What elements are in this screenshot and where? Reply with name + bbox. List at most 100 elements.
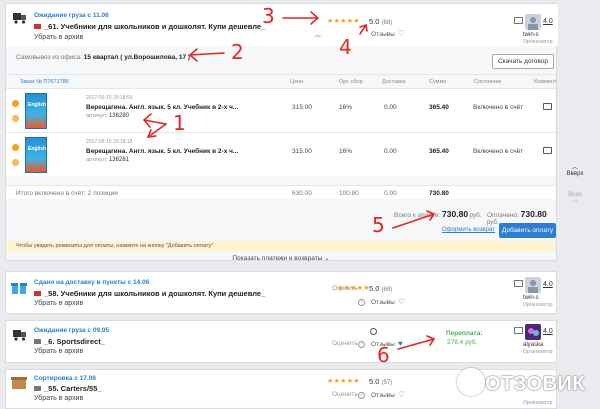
order-status[interactable]: Сортировка с 17.06 xyxy=(34,375,96,382)
delete-icon[interactable] xyxy=(12,115,19,122)
purchase-title-text[interactable]: _55. Carters/55_ xyxy=(44,384,102,393)
scroll-down-button[interactable]: Вниз ﹀ xyxy=(565,192,585,207)
rating-number: 5.0 xyxy=(369,284,380,293)
rating-stars: ★★★★★ xyxy=(327,378,360,385)
refund-link[interactable]: Оформить возврат xyxy=(442,227,495,233)
truck-icon xyxy=(13,13,26,24)
order-card-3: Ожидание груза с 09.05 _6. Sportsdirect_… xyxy=(5,320,557,363)
paid-unit: руб. xyxy=(487,220,499,226)
question-icon[interactable]: ? xyxy=(358,392,365,399)
article-label: артикул: xyxy=(86,113,108,119)
row-state: Включено в счёт xyxy=(473,148,524,155)
archive-link[interactable]: Убрать в архив xyxy=(34,300,83,307)
reviews-link[interactable]: Отзывы xyxy=(371,31,395,38)
question-icon[interactable]: ? xyxy=(358,341,365,348)
order-number-link[interactable]: Заказ № П7671786 xyxy=(20,79,69,85)
reviews-link[interactable]: Отзывы xyxy=(371,392,395,399)
rating-count: (68) xyxy=(381,287,393,293)
download-contract-button[interactable]: Скачать договор xyxy=(492,54,554,69)
purchase-title-text[interactable]: _61. Учебники для школьников и дошколят.… xyxy=(44,22,265,31)
paid-value: 730.80 xyxy=(520,209,547,219)
archive-link[interactable]: Убрать в архив xyxy=(34,34,83,41)
rating-value: 5.0 (68) xyxy=(369,17,392,26)
mail-icon[interactable] xyxy=(514,17,523,24)
organizer-score[interactable]: 4.0 xyxy=(543,281,553,288)
mail-icon[interactable] xyxy=(514,327,523,334)
mail-icon[interactable] xyxy=(514,280,523,287)
order-card-header: Ожидание груза с 11.06 _61. Учебники для… xyxy=(6,4,558,46)
purchase-title[interactable]: _55. Carters/55_ xyxy=(34,384,102,393)
delete-icon[interactable] xyxy=(12,159,19,166)
rating-value: 5.0 (57) xyxy=(369,377,392,386)
order-status[interactable]: Ожидание груза с 09.05 xyxy=(34,327,109,334)
order-card-1: Ожидание груза с 11.06 _61. Учебники для… xyxy=(5,3,558,262)
purchase-title[interactable]: _6. Sportsdirect_ xyxy=(34,337,105,346)
show-payments-toggle[interactable]: Показать платежи и возвраты ⌄ xyxy=(6,254,556,262)
purchase-title[interactable]: _58. Учебники для школьников и дошколят.… xyxy=(34,289,265,298)
product-thumbnail[interactable]: English xyxy=(25,93,47,129)
row-product-name[interactable]: Верещагина. Англ. язык. 5 кл. Учебник в … xyxy=(86,148,238,155)
pickup-address: 15 квартал ( ул.Ворошилова, 17 ) xyxy=(83,54,191,61)
purchase-title-text[interactable]: _58. Учебники для школьников и дошколят.… xyxy=(44,289,265,298)
comment-icon[interactable] xyxy=(543,147,552,154)
add-payment-button[interactable]: Добавить оплату xyxy=(499,223,556,238)
payment-warning: Чтобы увидеть реквизиты для оплаты, нажм… xyxy=(6,241,556,252)
article-label: артикул: xyxy=(86,157,108,163)
rate-label[interactable]: Оценить xyxy=(332,391,358,398)
comment-icon[interactable] xyxy=(543,103,552,110)
totals-row: Итого включено в счёт: 2 позиции 630.00 … xyxy=(6,185,556,199)
organizer-name[interactable]: alyaska xyxy=(523,342,543,348)
organizer-score[interactable]: 4.0 xyxy=(543,18,553,25)
order-status[interactable]: Ожидание груза с 11.06 xyxy=(34,12,109,19)
rating-number: 5.0 xyxy=(369,377,380,386)
scroll-up-label[interactable]: Вверх xyxy=(565,171,585,177)
heart-icon[interactable]: ♡ xyxy=(398,297,405,306)
organizer-avatar[interactable] xyxy=(525,277,541,293)
organizer-name[interactable]: twin-s xyxy=(523,32,539,38)
article-value: 136280 xyxy=(108,113,129,119)
status-dot-icon xyxy=(12,100,19,107)
totals-delivery: 0.00 xyxy=(384,190,397,197)
chevron-down-icon[interactable]: ﹀ xyxy=(565,198,585,207)
total-to-pay-unit: руб. xyxy=(469,213,482,219)
status-dot-icon xyxy=(12,144,19,151)
purchase-title-text[interactable]: _6. Sportsdirect_ xyxy=(44,337,105,346)
col-delivery: Доставка xyxy=(382,79,406,85)
totals-fee: 100.80 xyxy=(339,190,359,197)
rating-stars: ★★★★★ xyxy=(337,285,370,292)
organizer-avatar[interactable] xyxy=(525,14,541,30)
chevron-up-icon[interactable]: ︿ xyxy=(565,162,585,171)
organizer-avatar[interactable] xyxy=(525,324,541,340)
archive-link[interactable]: Убрать в архив xyxy=(34,395,83,402)
archive-link[interactable]: Убрать в архив xyxy=(34,348,83,355)
purchase-title[interactable]: _61. Учебники для школьников и дошколят.… xyxy=(34,22,265,31)
scroll-up-button[interactable]: ︿ Вверх xyxy=(565,162,585,177)
col-state: Состояние xyxy=(474,79,502,85)
reviews-link[interactable]: Отзывы xyxy=(371,299,395,306)
row-product-name[interactable]: Верещагина. Англ. язык. 5 кл. Учебник в … xyxy=(86,104,238,111)
order-status[interactable]: Сдано на доставку в пункты с 14.06 xyxy=(34,279,149,286)
heart-icon[interactable]: ♡ xyxy=(398,29,405,38)
question-icon[interactable]: ? xyxy=(358,299,365,306)
show-payments-label[interactable]: Показать платежи и возвраты xyxy=(232,255,322,262)
rate-label[interactable]: Оценить xyxy=(332,340,358,347)
row-date: 2017-05-15 20:18:18 xyxy=(86,139,133,145)
col-fee: Орг. сбор xyxy=(339,79,363,85)
chevron-up-icon[interactable]: ︿ xyxy=(315,30,321,39)
flag-icon xyxy=(34,24,41,29)
row-date: 2017-05-15 20:18:53 xyxy=(86,95,133,101)
chevron-down-icon[interactable]: ⌄ xyxy=(324,255,329,262)
overpay-value: 278.4 руб. xyxy=(447,339,478,346)
heart-icon[interactable]: ♡ xyxy=(398,390,405,399)
product-thumbnail[interactable]: English xyxy=(25,137,47,173)
flag-icon xyxy=(34,386,41,391)
organizer-score[interactable]: 4.0 xyxy=(543,328,553,335)
article-value: 136281 xyxy=(108,157,129,163)
row-price: 315.00 xyxy=(292,148,312,155)
col-comment: Коммент xyxy=(534,79,557,85)
annotation-number: 5 xyxy=(372,213,385,237)
organizer-name[interactable]: twin-s xyxy=(523,295,539,301)
row-delivery: 0.00 xyxy=(384,148,397,155)
watermark-logo-icon xyxy=(457,368,485,396)
heart-filled-icon[interactable]: ♥ xyxy=(398,339,403,348)
